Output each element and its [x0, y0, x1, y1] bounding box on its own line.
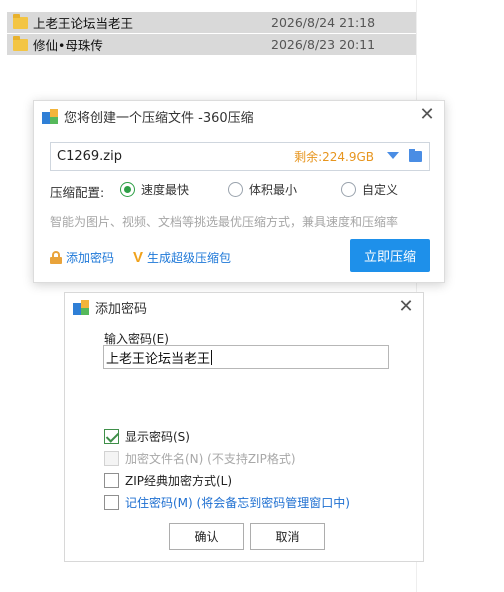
file-row[interactable]: 上老王论坛当老王 2026/8/24 21:18 — [7, 12, 416, 34]
compress-dialog-title: 您将创建一个压缩文件 -360压缩 — [64, 110, 254, 126]
zip-classic-encryption-checkbox[interactable]: ZIP经典加密方式(L) — [104, 472, 232, 489]
radio-label: 体积最小 — [249, 183, 298, 197]
archive-filename-input[interactable] — [51, 148, 271, 165]
app-360zip-icon — [73, 299, 90, 315]
password-dialog-title: 添加密码 — [95, 301, 148, 317]
checkbox-label: 记住密码(M) (将会备忘到密码管理窗口中) — [125, 496, 350, 510]
file-row[interactable]: 修仙•母珠传 2026/8/23 20:11 — [7, 34, 416, 56]
file-name: 上老王论坛当老王 — [33, 16, 134, 31]
text-caret — [211, 349, 213, 365]
file-name: 修仙•母珠传 — [33, 38, 103, 53]
compress-hint: 智能为图片、视频、文档等挑选最优压缩方式，兼具速度和压缩率 — [50, 215, 399, 229]
app-360zip-icon — [42, 108, 59, 124]
super-compress-label: 生成超级压缩包 — [147, 251, 232, 265]
radio-unchecked-icon — [341, 182, 356, 197]
add-password-link[interactable]: 添加密码 — [50, 249, 114, 266]
compress-dialog-titlebar[interactable]: 您将创建一个压缩文件 -360压缩 ✕ — [34, 101, 444, 131]
browse-folder-icon[interactable] — [409, 149, 422, 162]
checkbox-checked-icon — [104, 429, 119, 444]
password-text: 上老王论坛当老王 — [106, 351, 211, 367]
folder-icon — [13, 13, 28, 29]
show-password-checkbox[interactable]: 显示密码(S) — [104, 428, 190, 445]
disk-space-label: 剩余:224.9GB — [294, 150, 374, 164]
radio-smallest[interactable]: 体积最小 — [228, 181, 297, 198]
radio-checked-icon — [120, 182, 135, 197]
checkbox-label: 加密文件名(N) (不支持ZIP格式) — [125, 452, 296, 466]
close-icon[interactable]: ✕ — [418, 106, 436, 124]
checkbox-unchecked-icon — [104, 473, 119, 488]
radio-fastest[interactable]: 速度最快 — [120, 181, 189, 198]
encrypt-filename-checkbox: 加密文件名(N) (不支持ZIP格式) — [104, 450, 296, 467]
file-list: 上老王论坛当老王 2026/8/24 21:18 修仙•母珠传 2026/8/2… — [7, 12, 416, 56]
password-input[interactable]: 上老王论坛当老王 — [103, 345, 389, 369]
lock-icon — [50, 251, 62, 264]
radio-custom[interactable]: 自定义 — [341, 181, 398, 198]
file-date: 2026/8/24 21:18 — [271, 15, 376, 30]
checkbox-disabled-icon — [104, 451, 119, 466]
compress-config-label: 压缩配置: — [50, 185, 105, 200]
folder-icon — [13, 35, 28, 51]
radio-label: 速度最快 — [141, 183, 190, 197]
radio-unchecked-icon — [228, 182, 243, 197]
add-password-dialog: 添加密码 ✕ 输入密码(E) 上老王论坛当老王 显示密码(S) 加密文件名(N)… — [64, 292, 424, 562]
add-password-label: 添加密码 — [66, 251, 115, 265]
remember-password-checkbox[interactable]: 记住密码(M) (将会备忘到密码管理窗口中) — [104, 494, 350, 511]
close-icon[interactable]: ✕ — [397, 298, 415, 316]
compress-dialog: 您将创建一个压缩文件 -360压缩 ✕ 剩余:224.9GB 压缩配置: 速度最… — [33, 100, 445, 283]
cancel-button[interactable]: 取消 — [250, 523, 325, 550]
super-compress-link[interactable]: V 生成超级压缩包 — [133, 249, 231, 266]
checkbox-unchecked-icon — [104, 495, 119, 510]
chevron-down-icon[interactable] — [387, 152, 399, 159]
compress-now-button[interactable]: 立即压缩 — [350, 239, 430, 272]
radio-label: 自定义 — [362, 183, 399, 197]
compress-config-row: 压缩配置: — [50, 182, 104, 201]
checkbox-label: 显示密码(S) — [125, 430, 190, 444]
password-dialog-titlebar[interactable]: 添加密码 ✕ — [65, 293, 423, 321]
ok-button[interactable]: 确认 — [169, 523, 244, 550]
file-date: 2026/8/23 20:11 — [271, 37, 376, 52]
checkbox-label: ZIP经典加密方式(L) — [125, 474, 233, 488]
v-badge-icon: V — [133, 249, 144, 266]
archive-path-field[interactable]: 剩余:224.9GB — [50, 142, 430, 171]
